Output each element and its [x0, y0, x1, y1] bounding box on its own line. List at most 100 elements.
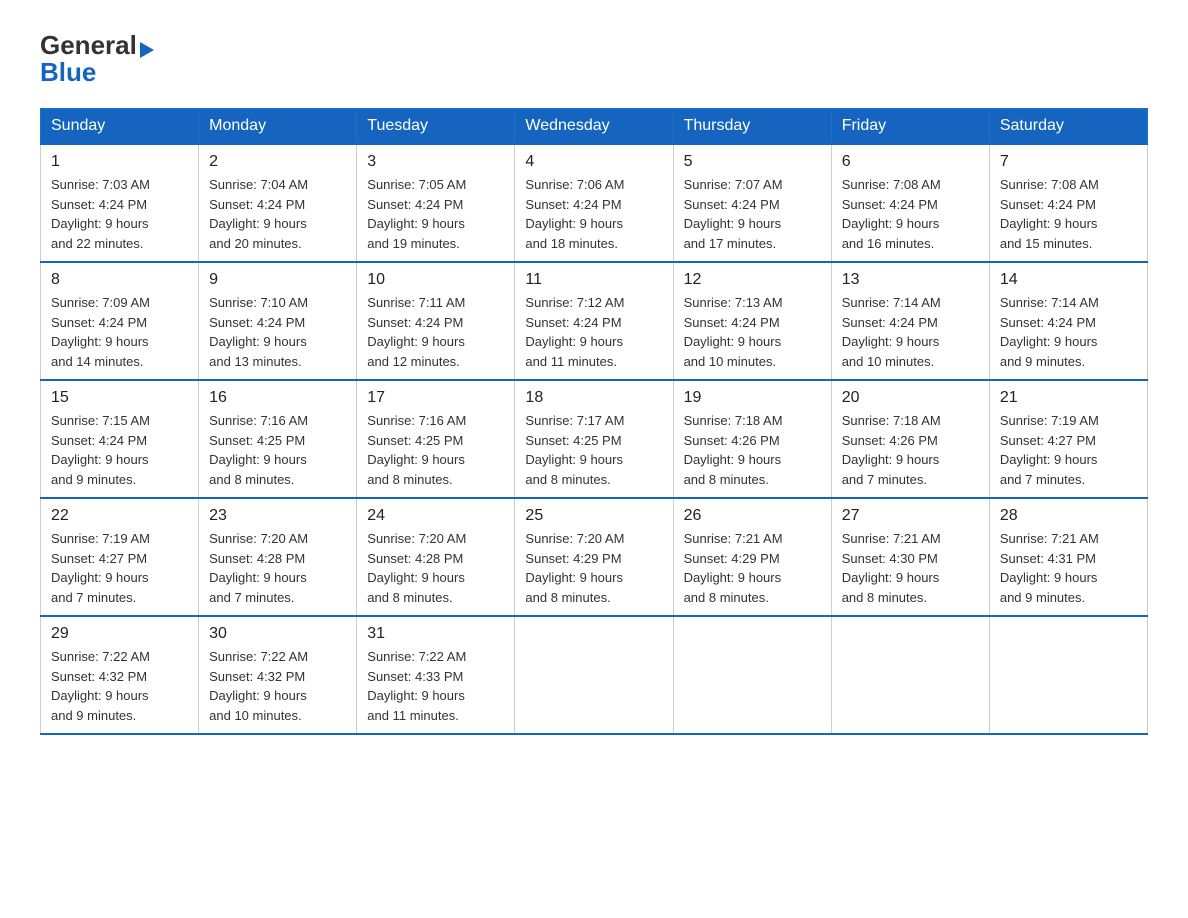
calendar-cell: 14 Sunrise: 7:14 AM Sunset: 4:24 PM Dayl… — [989, 262, 1147, 380]
calendar-week-4: 22 Sunrise: 7:19 AM Sunset: 4:27 PM Dayl… — [41, 498, 1148, 616]
calendar-cell: 29 Sunrise: 7:22 AM Sunset: 4:32 PM Dayl… — [41, 616, 199, 734]
day-number: 16 — [209, 389, 346, 407]
day-number: 1 — [51, 153, 188, 171]
day-info: Sunrise: 7:21 AM Sunset: 4:31 PM Dayligh… — [1000, 531, 1099, 605]
day-info: Sunrise: 7:13 AM Sunset: 4:24 PM Dayligh… — [684, 295, 783, 369]
day-info: Sunrise: 7:10 AM Sunset: 4:24 PM Dayligh… — [209, 295, 308, 369]
day-info: Sunrise: 7:06 AM Sunset: 4:24 PM Dayligh… — [525, 177, 624, 251]
calendar-cell: 9 Sunrise: 7:10 AM Sunset: 4:24 PM Dayli… — [199, 262, 357, 380]
day-number: 7 — [1000, 153, 1137, 171]
day-number: 23 — [209, 507, 346, 525]
day-info: Sunrise: 7:22 AM Sunset: 4:33 PM Dayligh… — [367, 649, 466, 723]
day-info: Sunrise: 7:22 AM Sunset: 4:32 PM Dayligh… — [209, 649, 308, 723]
day-info: Sunrise: 7:19 AM Sunset: 4:27 PM Dayligh… — [1000, 413, 1099, 487]
calendar-cell — [673, 616, 831, 734]
calendar-cell — [831, 616, 989, 734]
day-number: 4 — [525, 153, 662, 171]
day-info: Sunrise: 7:18 AM Sunset: 4:26 PM Dayligh… — [684, 413, 783, 487]
calendar-cell: 5 Sunrise: 7:07 AM Sunset: 4:24 PM Dayli… — [673, 144, 831, 262]
day-number: 2 — [209, 153, 346, 171]
day-info: Sunrise: 7:12 AM Sunset: 4:24 PM Dayligh… — [525, 295, 624, 369]
day-info: Sunrise: 7:07 AM Sunset: 4:24 PM Dayligh… — [684, 177, 783, 251]
day-number: 22 — [51, 507, 188, 525]
col-header-wednesday: Wednesday — [515, 109, 673, 145]
calendar-cell: 3 Sunrise: 7:05 AM Sunset: 4:24 PM Dayli… — [357, 144, 515, 262]
calendar-cell: 16 Sunrise: 7:16 AM Sunset: 4:25 PM Dayl… — [199, 380, 357, 498]
logo-blue-text: Blue — [40, 57, 96, 88]
col-header-saturday: Saturday — [989, 109, 1147, 145]
day-number: 18 — [525, 389, 662, 407]
calendar-cell: 27 Sunrise: 7:21 AM Sunset: 4:30 PM Dayl… — [831, 498, 989, 616]
day-number: 15 — [51, 389, 188, 407]
day-info: Sunrise: 7:16 AM Sunset: 4:25 PM Dayligh… — [209, 413, 308, 487]
day-info: Sunrise: 7:08 AM Sunset: 4:24 PM Dayligh… — [842, 177, 941, 251]
logo: General Blue — [40, 30, 154, 88]
col-header-thursday: Thursday — [673, 109, 831, 145]
day-number: 12 — [684, 271, 821, 289]
calendar-table: SundayMondayTuesdayWednesdayThursdayFrid… — [40, 108, 1148, 735]
day-number: 20 — [842, 389, 979, 407]
day-number: 30 — [209, 625, 346, 643]
day-number: 11 — [525, 271, 662, 289]
day-number: 25 — [525, 507, 662, 525]
day-number: 5 — [684, 153, 821, 171]
logo-arrow-icon — [140, 42, 154, 58]
calendar-cell: 4 Sunrise: 7:06 AM Sunset: 4:24 PM Dayli… — [515, 144, 673, 262]
day-info: Sunrise: 7:22 AM Sunset: 4:32 PM Dayligh… — [51, 649, 150, 723]
day-number: 29 — [51, 625, 188, 643]
day-info: Sunrise: 7:21 AM Sunset: 4:30 PM Dayligh… — [842, 531, 941, 605]
page-header: General Blue — [40, 30, 1148, 88]
day-info: Sunrise: 7:15 AM Sunset: 4:24 PM Dayligh… — [51, 413, 150, 487]
col-header-tuesday: Tuesday — [357, 109, 515, 145]
day-info: Sunrise: 7:03 AM Sunset: 4:24 PM Dayligh… — [51, 177, 150, 251]
calendar-cell: 13 Sunrise: 7:14 AM Sunset: 4:24 PM Dayl… — [831, 262, 989, 380]
day-info: Sunrise: 7:17 AM Sunset: 4:25 PM Dayligh… — [525, 413, 624, 487]
day-info: Sunrise: 7:09 AM Sunset: 4:24 PM Dayligh… — [51, 295, 150, 369]
day-number: 31 — [367, 625, 504, 643]
day-info: Sunrise: 7:21 AM Sunset: 4:29 PM Dayligh… — [684, 531, 783, 605]
calendar-cell: 12 Sunrise: 7:13 AM Sunset: 4:24 PM Dayl… — [673, 262, 831, 380]
calendar-cell: 8 Sunrise: 7:09 AM Sunset: 4:24 PM Dayli… — [41, 262, 199, 380]
calendar-cell — [515, 616, 673, 734]
day-info: Sunrise: 7:14 AM Sunset: 4:24 PM Dayligh… — [1000, 295, 1099, 369]
calendar-cell: 20 Sunrise: 7:18 AM Sunset: 4:26 PM Dayl… — [831, 380, 989, 498]
day-number: 8 — [51, 271, 188, 289]
calendar-week-2: 8 Sunrise: 7:09 AM Sunset: 4:24 PM Dayli… — [41, 262, 1148, 380]
day-number: 9 — [209, 271, 346, 289]
calendar-cell: 26 Sunrise: 7:21 AM Sunset: 4:29 PM Dayl… — [673, 498, 831, 616]
day-info: Sunrise: 7:20 AM Sunset: 4:28 PM Dayligh… — [209, 531, 308, 605]
calendar-cell: 11 Sunrise: 7:12 AM Sunset: 4:24 PM Dayl… — [515, 262, 673, 380]
calendar-cell: 6 Sunrise: 7:08 AM Sunset: 4:24 PM Dayli… — [831, 144, 989, 262]
calendar-cell: 19 Sunrise: 7:18 AM Sunset: 4:26 PM Dayl… — [673, 380, 831, 498]
day-info: Sunrise: 7:18 AM Sunset: 4:26 PM Dayligh… — [842, 413, 941, 487]
col-header-friday: Friday — [831, 109, 989, 145]
day-info: Sunrise: 7:14 AM Sunset: 4:24 PM Dayligh… — [842, 295, 941, 369]
calendar-cell: 22 Sunrise: 7:19 AM Sunset: 4:27 PM Dayl… — [41, 498, 199, 616]
day-number: 14 — [1000, 271, 1137, 289]
calendar-week-3: 15 Sunrise: 7:15 AM Sunset: 4:24 PM Dayl… — [41, 380, 1148, 498]
day-info: Sunrise: 7:04 AM Sunset: 4:24 PM Dayligh… — [209, 177, 308, 251]
day-number: 21 — [1000, 389, 1137, 407]
day-info: Sunrise: 7:19 AM Sunset: 4:27 PM Dayligh… — [51, 531, 150, 605]
calendar-cell: 31 Sunrise: 7:22 AM Sunset: 4:33 PM Dayl… — [357, 616, 515, 734]
calendar-header-row: SundayMondayTuesdayWednesdayThursdayFrid… — [41, 109, 1148, 145]
calendar-cell: 28 Sunrise: 7:21 AM Sunset: 4:31 PM Dayl… — [989, 498, 1147, 616]
day-number: 13 — [842, 271, 979, 289]
calendar-cell: 2 Sunrise: 7:04 AM Sunset: 4:24 PM Dayli… — [199, 144, 357, 262]
day-number: 19 — [684, 389, 821, 407]
calendar-cell: 30 Sunrise: 7:22 AM Sunset: 4:32 PM Dayl… — [199, 616, 357, 734]
calendar-week-5: 29 Sunrise: 7:22 AM Sunset: 4:32 PM Dayl… — [41, 616, 1148, 734]
day-number: 27 — [842, 507, 979, 525]
day-number: 10 — [367, 271, 504, 289]
day-number: 26 — [684, 507, 821, 525]
calendar-cell: 10 Sunrise: 7:11 AM Sunset: 4:24 PM Dayl… — [357, 262, 515, 380]
calendar-cell: 1 Sunrise: 7:03 AM Sunset: 4:24 PM Dayli… — [41, 144, 199, 262]
calendar-cell: 21 Sunrise: 7:19 AM Sunset: 4:27 PM Dayl… — [989, 380, 1147, 498]
calendar-cell: 15 Sunrise: 7:15 AM Sunset: 4:24 PM Dayl… — [41, 380, 199, 498]
day-number: 17 — [367, 389, 504, 407]
day-number: 3 — [367, 153, 504, 171]
day-info: Sunrise: 7:11 AM Sunset: 4:24 PM Dayligh… — [367, 295, 465, 369]
day-info: Sunrise: 7:20 AM Sunset: 4:28 PM Dayligh… — [367, 531, 466, 605]
col-header-monday: Monday — [199, 109, 357, 145]
calendar-cell — [989, 616, 1147, 734]
